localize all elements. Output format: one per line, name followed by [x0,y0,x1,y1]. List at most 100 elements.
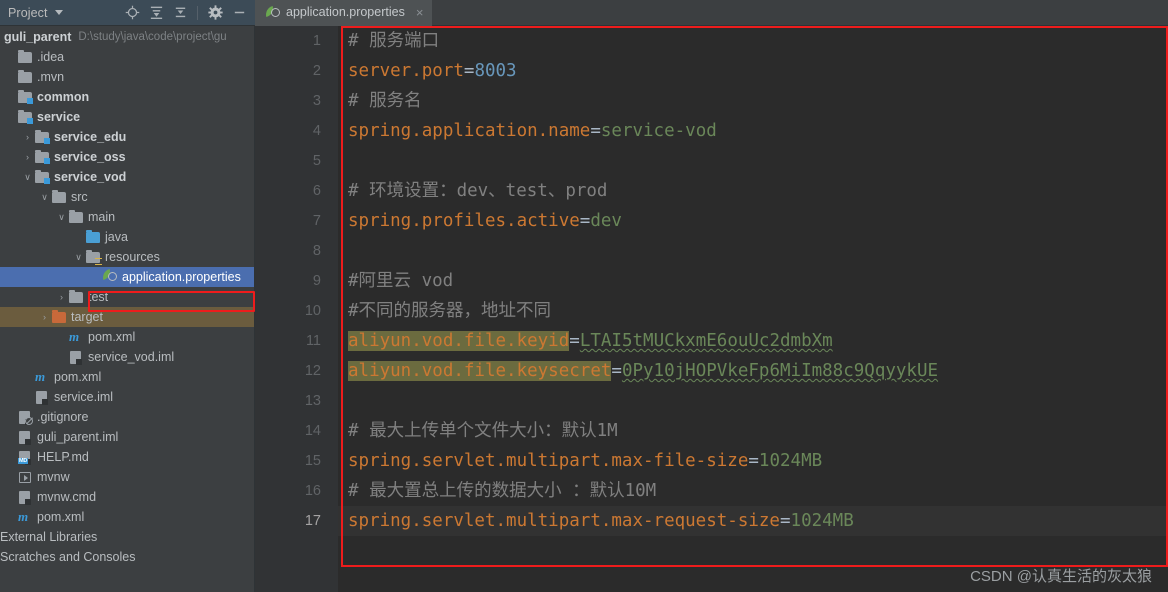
project-panel-title[interactable]: Project [8,6,48,20]
code-editor[interactable]: 1 2 3 4 5 6 7 8 9 10 11 12 13 14 15 16 17 # 服务端口 server.p… [255,26,1168,592]
tree-row-resources[interactable]: ∨ resources [0,247,255,267]
tree-row-pom-xml[interactable]: ›mpom.xml [0,507,255,527]
line-number-gutter: 1 2 3 4 5 6 7 8 9 10 11 12 13 14 15 16 17 [255,26,338,592]
tree-row-java[interactable]: ›java [0,227,255,247]
source-folder-icon [85,229,101,245]
tree-row-service-vod[interactable]: ∨ service_vod [0,167,255,187]
disclosure-arrow-icon[interactable]: ∨ [38,192,51,202]
expand-all-icon[interactable] [146,3,166,23]
locate-target-icon[interactable] [122,3,142,23]
code-line-1[interactable]: # 服务端口 [338,26,1168,56]
tree-item-label: mvnw.cmd [37,489,97,504]
tree-item-label: .idea [37,49,65,64]
properties-file-icon [100,268,118,285]
tree-item-label: HELP.md [37,449,89,464]
properties-file-icon [263,4,280,20]
tree-row-service-iml[interactable]: ›service.iml [0,387,255,407]
code-line-14[interactable]: # 最大上传单个文件大小：默认1M [338,416,1168,446]
shell-script-icon [17,469,33,485]
tree-row-common[interactable]: ›common [0,87,255,107]
code-line-6[interactable]: # 环境设置：dev、test、prod [338,176,1168,206]
tree-row-service[interactable]: ›service [0,107,255,127]
disclosure-arrow-icon[interactable]: ∨ [55,212,68,222]
code-line-15[interactable]: spring.servlet.multipart.max-file-size=1… [338,446,1168,476]
tree-row-guli-parent-iml[interactable]: ›guli_parent.iml [0,427,255,447]
tree-row-service-vod-iml[interactable]: ›service_vod.iml [0,347,255,367]
project-tree-panel[interactable]: guli_parent D:\study\java\code\project\g… [0,26,255,592]
code-token: aliyun.vod.file.keysecret [348,361,612,381]
close-icon[interactable]: × [416,6,424,19]
code-line-7[interactable]: spring.profiles.active=dev [338,206,1168,236]
disclosure-arrow-icon[interactable]: ∨ [21,172,34,182]
tree-row-service-oss[interactable]: › service_oss [0,147,255,167]
code-line-10[interactable]: #不同的服务器，地址不同 [338,296,1168,326]
folder-icon [68,289,84,305]
tree-row-src[interactable]: ∨ src [0,187,255,207]
code-line-2[interactable]: server.port=8003 [338,56,1168,86]
tree-item-label: target [71,309,103,324]
tree-items: ›.idea›.mvn›common›service›service_edu›s… [0,47,255,567]
tree-row-help-md[interactable]: ›MDHELP.md [0,447,255,467]
line-number: 4 [312,123,321,139]
code-token: = [590,121,601,141]
tree-row-external-libraries[interactable]: External Libraries [0,527,255,547]
tree-row-mvnw[interactable]: ›mvnw [0,467,255,487]
tab-application-properties[interactable]: application.properties × [255,0,433,26]
tree-row-mvnw-cmd[interactable]: ›mvnw.cmd [0,487,255,507]
code-token: spring.profiles.active [348,211,580,231]
tree-row-test[interactable]: › test [0,287,255,307]
module-folder-icon [34,149,50,165]
tree-row-mvn[interactable]: ›.mvn [0,67,255,87]
tree-row-root[interactable]: guli_parent D:\study\java\code\project\g… [0,27,255,47]
line-number: 5 [312,153,321,169]
code-line-8[interactable] [338,236,1168,266]
line-number: 13 [304,393,321,409]
minimize-icon[interactable] [229,3,249,23]
code-line-11[interactable]: aliyun.vod.file.keyid=LTAI5tMUCkxmE6ouUc… [338,326,1168,356]
markdown-file-icon: MD [17,449,33,465]
disclosure-arrow-icon[interactable]: › [21,132,34,142]
code-token: 1024MB [790,511,854,531]
code-line-12[interactable]: aliyun.vod.file.keysecret=0Py10jHOPVkeFp… [338,356,1168,386]
tree-row-target[interactable]: › target [0,307,255,327]
tree-row-gitignore[interactable]: ›.gitignore [0,407,255,427]
tree-item-label: Scratches and Consoles [0,549,136,564]
code-token: service-vod [600,121,717,141]
settings-gear-icon[interactable] [205,3,225,23]
code-line-9[interactable]: #阿里云 vod [338,266,1168,296]
line-number: 15 [304,453,321,469]
code-line-17[interactable]: spring.servlet.multipart.max-request-siz… [338,506,1168,536]
code-line-3[interactable]: # 服务名 [338,86,1168,116]
code-line-13[interactable] [338,386,1168,416]
tree-row-main[interactable]: ∨ main [0,207,255,227]
tree-row-pom-xml[interactable]: ›mpom.xml [0,367,255,387]
collapse-all-icon[interactable] [170,3,190,23]
tree-row-pom-xml[interactable]: ›mpom.xml [0,327,255,347]
maven-file-icon: m [69,329,80,344]
folder-icon [17,69,33,85]
disclosure-arrow-icon[interactable]: ∨ [72,252,85,262]
disclosure-arrow-icon[interactable]: › [38,312,51,322]
tree-item-label: test [88,289,109,304]
code-token: # 最大上传单个文件大小：默认1M [348,421,618,441]
tree-row-service-edu[interactable]: › service_edu [0,127,255,147]
tree-item-label: pom.xml [37,509,85,524]
chevron-down-icon[interactable] [54,10,63,15]
tree-item-label: External Libraries [0,529,98,544]
code-area[interactable]: # 服务端口 server.port=8003 # 服务名 spring.applic… [338,26,1168,592]
code-line-5[interactable] [338,146,1168,176]
tree-row-application-properties[interactable]: ›application.properties [0,267,255,287]
resources-folder-icon [85,249,102,265]
top-bar: Project application.properties × [0,0,1168,26]
tree-row-scratches-and-consoles[interactable]: Scratches and Consoles [0,547,255,567]
tree-item-label: pom.xml [54,369,102,384]
tree-item-label: pom.xml [88,329,136,344]
code-token: # 服务名 [348,91,422,111]
tree-row-idea[interactable]: ›.idea [0,47,255,67]
code-line-4[interactable]: spring.application.name=service-vod [338,116,1168,146]
code-line-16[interactable]: # 最大置总上传的数据大小 ：默认10M [338,476,1168,506]
disclosure-arrow-icon[interactable]: › [55,292,68,302]
tree-item-label: .gitignore [37,409,89,424]
disclosure-arrow-icon[interactable]: › [21,152,34,162]
tree-item-label: service [37,109,81,124]
